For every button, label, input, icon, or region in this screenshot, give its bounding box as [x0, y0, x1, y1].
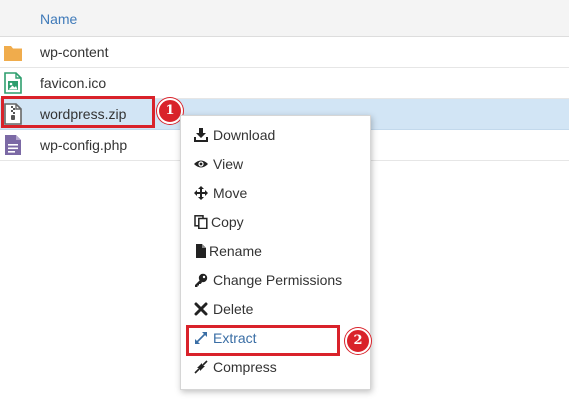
menu-item-label: Delete: [213, 301, 254, 317]
file-name[interactable]: wp-config.php: [40, 137, 127, 153]
file-name[interactable]: favicon.ico: [40, 75, 106, 91]
key-icon: [195, 273, 208, 287]
copy-icon: [194, 215, 208, 229]
move-arrows-icon: [194, 186, 208, 200]
table-row[interactable]: favicon.ico: [0, 68, 569, 99]
menu-item-change-permissions[interactable]: Change Permissions: [181, 266, 370, 295]
file-icon: [196, 244, 206, 258]
folder-icon: [4, 46, 22, 61]
menu-item-move[interactable]: Move: [181, 179, 370, 208]
highlight-box-step-1: [1, 96, 155, 128]
step-badge-2: 2: [345, 328, 371, 354]
eye-icon: [194, 160, 208, 168]
menu-item-compress[interactable]: Compress: [181, 353, 370, 382]
download-icon: [194, 128, 208, 142]
menu-item-delete[interactable]: Delete: [181, 295, 370, 324]
php-file-icon: [5, 135, 21, 155]
menu-item-label: View: [213, 156, 244, 172]
table-header: Name: [0, 0, 569, 37]
menu-item-view[interactable]: View: [181, 150, 370, 179]
menu-item-label: Download: [213, 127, 276, 143]
x-icon: [194, 302, 208, 316]
menu-item-label: Rename: [209, 243, 262, 259]
menu-item-copy[interactable]: Copy: [181, 208, 370, 237]
menu-item-label: Compress: [213, 359, 277, 375]
menu-item-download[interactable]: Download: [181, 121, 370, 150]
name-column-header[interactable]: Name: [40, 11, 77, 27]
menu-item-label: Move: [213, 185, 248, 201]
highlight-box-step-2: [186, 325, 340, 356]
table-row[interactable]: wp-content: [0, 37, 569, 68]
compress-icon: [194, 360, 208, 374]
menu-item-label: Change Permissions: [213, 272, 343, 288]
menu-item-label: Copy: [211, 214, 244, 230]
file-name[interactable]: wp-content: [40, 44, 108, 60]
menu-item-rename[interactable]: Rename: [181, 237, 370, 266]
image-file-icon: [4, 72, 22, 94]
